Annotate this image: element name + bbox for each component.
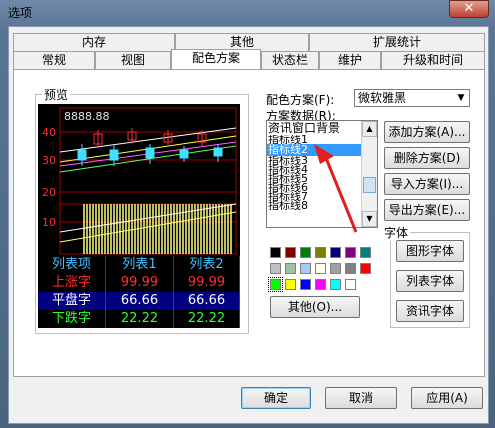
preview-table-header: 列表项	[38, 256, 106, 274]
color-swatch[interactable]	[300, 247, 311, 258]
preview-table-cell: 平盘字	[38, 292, 106, 310]
list-font-button[interactable]: 列表字体	[396, 270, 464, 292]
color-swatch[interactable]	[315, 247, 326, 258]
options-window: 选项 ✕ 内存 其他 扩展统计 常规 视图 配色方案 状态栏 维护 升级和时间 …	[0, 0, 495, 428]
y-tick-label: 30	[42, 154, 56, 167]
list-item[interactable]: 指标线1	[267, 135, 362, 144]
list-item[interactable]: 指标线7	[267, 192, 362, 201]
color-swatch[interactable]	[345, 279, 356, 290]
preview-table-header: 列表2	[174, 256, 240, 274]
preview-table-cell: 上涨字	[38, 274, 106, 292]
preview-table-cell: 66.66	[106, 292, 174, 310]
window-title: 选项	[8, 6, 33, 20]
color-swatch[interactable]	[330, 247, 341, 258]
tab-upgrade-time[interactable]: 升级和时间	[381, 51, 485, 69]
preview-table: 列表项 列表1 列表2 上涨字 99.99 99.99 平盘字 66.66 66.66 下跌字 22…	[38, 256, 240, 328]
tab-view[interactable]: 视图	[95, 51, 171, 69]
color-swatch[interactable]	[270, 263, 281, 274]
candle-body	[179, 149, 189, 159]
color-swatch[interactable]	[315, 279, 326, 290]
chevron-down-icon[interactable]: ▼	[454, 91, 468, 105]
close-button[interactable]: ✕	[449, 0, 489, 18]
color-swatch[interactable]	[285, 247, 296, 258]
tab-status-bar[interactable]: 状态栏	[261, 51, 319, 69]
add-scheme-button[interactable]: 添加方案(A)...	[384, 121, 470, 143]
export-scheme-button[interactable]: 导出方案(E)...	[384, 199, 470, 221]
scroll-up-icon[interactable]: ▲	[362, 121, 377, 137]
color-swatch[interactable]	[360, 247, 371, 258]
color-swatch[interactable]	[330, 279, 341, 290]
color-swatch[interactable]	[285, 279, 296, 290]
tab-memory[interactable]: 内存	[13, 33, 175, 51]
scheme-select-value: 微软雅黑	[358, 91, 407, 105]
list-item[interactable]: 资讯窗口背景	[267, 121, 362, 135]
news-font-button[interactable]: 资讯字体	[396, 300, 464, 322]
scheme-label: 配色方案(F):	[266, 93, 335, 107]
apply-button[interactable]: 应用(A)	[411, 387, 483, 409]
other-color-button[interactable]: 其他(O)...	[270, 296, 360, 318]
tab-general[interactable]: 常规	[13, 51, 95, 69]
preview-table-cell: 22.22	[106, 310, 174, 328]
scheme-data-list[interactable]: 资讯窗口背景 指标线1 指标线2 指标线3 指标线4 指标线5 指标线6 指标线7 指标线8 ▲…	[266, 120, 378, 228]
color-swatch[interactable]	[360, 263, 371, 274]
list-item[interactable]: 指标线5	[267, 174, 362, 183]
preview-table-header: 列表1	[106, 256, 174, 274]
color-swatch[interactable]	[345, 263, 356, 274]
delete-scheme-button[interactable]: 删除方案(D)	[384, 147, 470, 169]
color-swatch[interactable]	[285, 263, 296, 274]
list-item[interactable]: 指标线2	[267, 144, 362, 156]
candle-body	[109, 149, 119, 161]
import-scheme-button[interactable]: 导入方案(I)...	[384, 173, 470, 195]
list-item[interactable]: 指标线3	[267, 156, 362, 165]
color-palette	[268, 247, 380, 295]
tab-color-scheme[interactable]: 配色方案	[171, 49, 261, 69]
preview-group-label: 预览	[42, 86, 71, 103]
preview-canvas: 40 30 20 10 8888.88 列表项 列表1 列表2 上涨字 99.99 99.99 平…	[38, 104, 240, 328]
color-swatch[interactable]	[345, 247, 356, 258]
candle-body	[77, 149, 87, 161]
preview-table-cell: 66.66	[174, 292, 240, 310]
y-tick-label: 40	[42, 126, 56, 139]
color-swatch[interactable]	[268, 277, 283, 292]
list-item[interactable]: 指标线6	[267, 183, 362, 192]
list-scrollbar[interactable]: ▲ ▼	[361, 121, 377, 227]
preview-table-cell: 22.22	[174, 310, 240, 328]
color-swatch[interactable]	[270, 247, 281, 258]
preview-table-cell: 下跌字	[38, 310, 106, 328]
list-item[interactable]: 指标线4	[267, 165, 362, 174]
cancel-button[interactable]: 取消	[325, 387, 397, 409]
scroll-down-icon[interactable]: ▼	[362, 211, 377, 227]
color-swatch[interactable]	[315, 263, 326, 274]
preview-table-cell: 99.99	[174, 274, 240, 292]
list-item[interactable]: 指标线8	[267, 201, 362, 210]
chart-font-button[interactable]: 图形字体	[396, 240, 464, 262]
y-tick-label: 20	[42, 186, 56, 199]
color-swatch[interactable]	[300, 263, 311, 274]
candle-body	[145, 147, 155, 159]
candle-body	[213, 147, 223, 157]
tab-extended-stats[interactable]: 扩展统计	[309, 33, 485, 51]
ok-button[interactable]: 确定	[241, 387, 311, 409]
scheme-select[interactable]: 微软雅黑 ▼	[354, 89, 470, 107]
y-tick-label: 10	[42, 216, 56, 229]
font-group-label: 字体	[382, 224, 411, 241]
price-label: 8888.88	[64, 110, 110, 123]
title-bar: 选项 ✕	[0, 0, 495, 24]
scroll-thumb[interactable]	[363, 177, 376, 193]
tab-maintenance[interactable]: 维护	[319, 51, 381, 69]
color-swatch[interactable]	[330, 263, 341, 274]
preview-table-cell: 99.99	[106, 274, 174, 292]
color-swatch[interactable]	[300, 279, 311, 290]
